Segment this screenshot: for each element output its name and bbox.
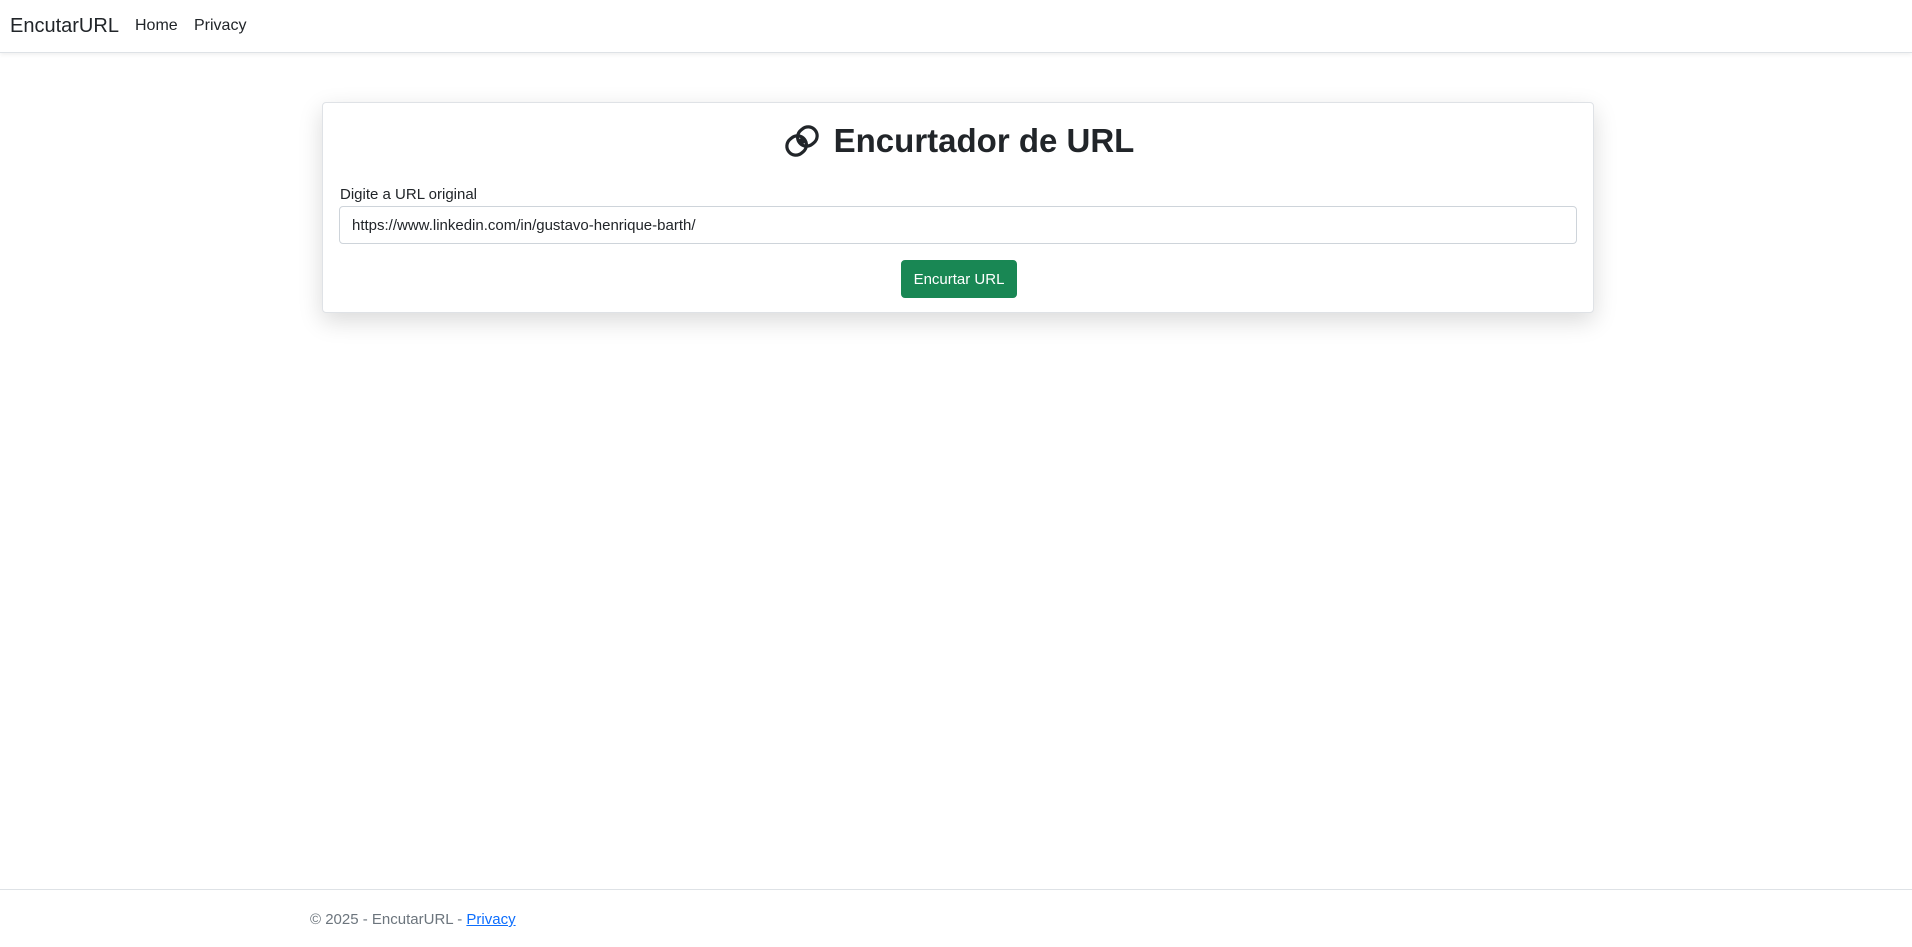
copyright-text: © 2025 - EncutarURL - xyxy=(310,911,467,928)
shorten-url-button[interactable]: Encurtar URL xyxy=(901,260,1017,298)
footer-privacy-link[interactable]: Privacy xyxy=(466,911,515,928)
link-icon xyxy=(782,121,822,161)
brand-link[interactable]: EncutarURL xyxy=(10,14,119,38)
page-footer: © 2025 - EncutarURL - Privacy xyxy=(0,889,1912,947)
footer-text: © 2025 - EncutarURL - Privacy xyxy=(310,910,516,930)
nav-link-privacy[interactable]: Privacy xyxy=(194,16,246,36)
url-field-label: Digite a URL original xyxy=(340,186,478,203)
top-navbar: EncutarURL Home Privacy xyxy=(0,0,1912,53)
page-title: Encurtador de URL xyxy=(833,122,1135,159)
url-shortener-card: Encurtador de URL Digite a URL original … xyxy=(322,102,1594,313)
card-header: Encurtador de URL xyxy=(323,121,1593,161)
url-input[interactable] xyxy=(339,206,1577,244)
nav-link-home[interactable]: Home xyxy=(135,16,178,36)
